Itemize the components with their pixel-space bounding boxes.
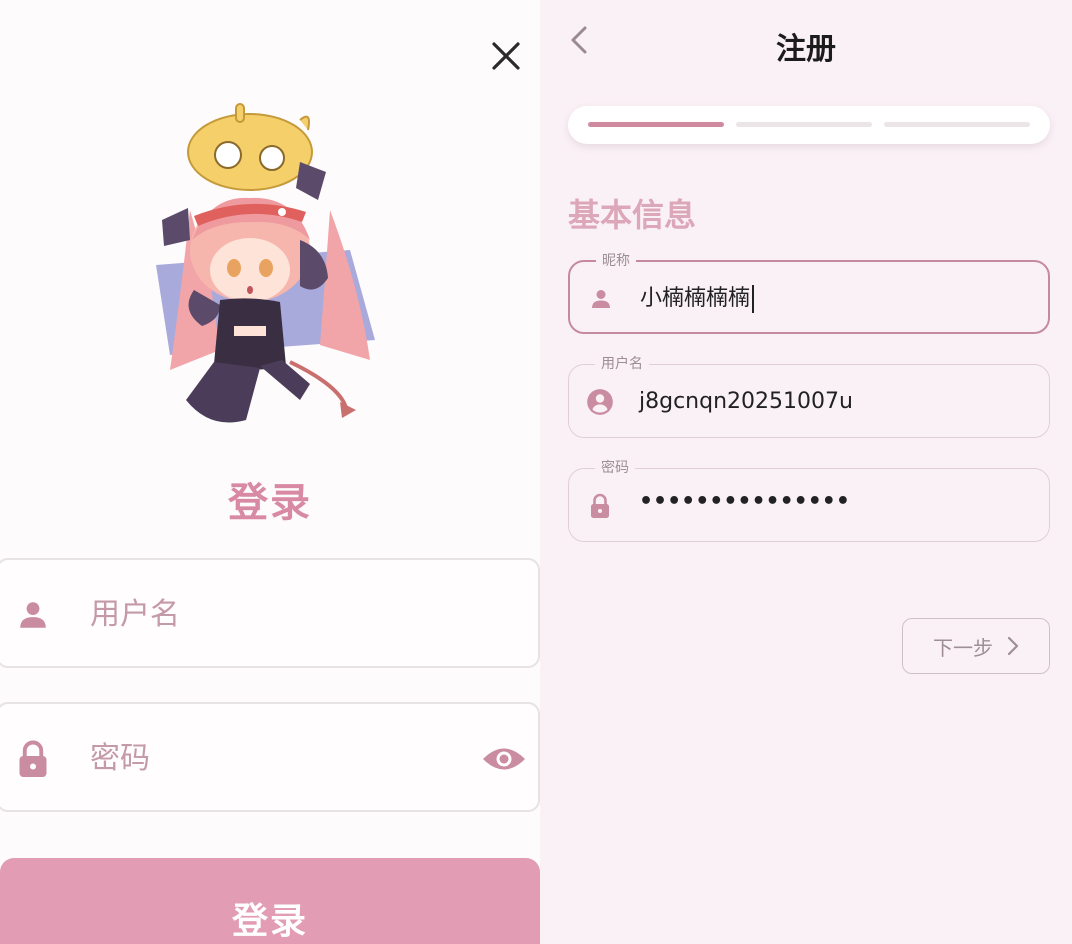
toggle-password-visibility-button[interactable] [480,740,528,778]
text-cursor [752,285,755,313]
next-step-label: 下一步 [933,635,993,660]
section-title: 基本信息 [568,196,697,234]
password-field[interactable]: 密码 [0,702,540,812]
account-circle-icon [585,387,615,417]
chevron-right-icon [1007,636,1019,656]
step-progress-bar [568,106,1050,144]
password-label: 密码 [595,458,635,478]
step-1-indicator [588,122,724,127]
username-input[interactable]: 用户名 [90,596,180,634]
lock-icon [14,740,52,778]
login-button-label: 登录 [231,901,308,942]
password-field[interactable]: 密码 ••••••••••••••• [568,458,1050,542]
nickname-field[interactable]: 昵称 小楠楠楠楠 [568,251,1050,334]
login-button[interactable]: 登录 [0,858,540,944]
person-icon [586,284,616,314]
eye-icon [483,748,525,770]
nickname-label: 昵称 [596,251,636,271]
person-icon [14,596,52,634]
close-icon [492,42,520,70]
close-button[interactable] [486,36,526,76]
password-input[interactable]: ••••••••••••••• [639,487,850,517]
next-step-button[interactable]: 下一步 [902,618,1050,674]
register-screen: 注册 基本信息 昵称 小楠楠楠楠 用户名 j8gcnqn20251007u 密码… [540,0,1072,944]
mascot-illustration [156,103,375,423]
nickname-input[interactable]: 小楠楠楠楠 [640,284,755,314]
register-title: 注册 [776,32,836,67]
username-label: 用户名 [595,354,649,374]
username-field[interactable]: 用户名 [0,558,540,668]
username-input[interactable]: j8gcnqn20251007u [639,387,853,417]
step-2-indicator [736,122,872,127]
step-3-indicator [884,122,1030,127]
password-input[interactable]: 密码 [90,740,150,778]
username-field[interactable]: 用户名 j8gcnqn20251007u [568,354,1050,438]
login-screen: 登录 用户名 密码 登录 [0,0,540,944]
login-title: 登录 [228,480,312,526]
lock-icon [585,491,615,521]
